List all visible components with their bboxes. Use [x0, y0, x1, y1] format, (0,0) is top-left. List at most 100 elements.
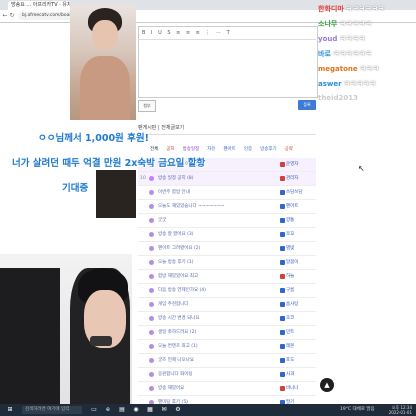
chat-message: theid2013: [318, 94, 360, 102]
post-type-icon: [149, 176, 154, 181]
post-author[interactable]: 깡통: [286, 214, 316, 227]
post-title-link[interactable]: 방송 잘 봤어요 (3): [158, 228, 268, 241]
post-title-link[interactable]: 오늘 컨텐츠 최고 (1): [158, 340, 268, 353]
table-row[interactable]: 방송 시간 변경 되나요 초코: [138, 312, 316, 326]
webcam-top-body: [80, 56, 130, 120]
board-filter-tab[interactable]: 인증: [244, 147, 252, 152]
mail-icon[interactable]: ✉: [160, 406, 168, 414]
post-title-link[interactable]: 오늘도 재밌었습니다 ~~~~~~~: [158, 200, 268, 213]
post-author[interactable]: 하늘: [286, 270, 316, 283]
table-row[interactable]: 방송 잘 봤어요 (3) 쪼꼬: [138, 228, 316, 242]
taskbar-weather[interactable]: 19°C 대체로 맑음: [340, 406, 375, 414]
post-author[interactable]: 운영자: [286, 158, 316, 171]
post-title-link[interactable]: 굿즈 언제 나오나요: [158, 354, 268, 367]
user-badge-icon: [280, 372, 285, 377]
table-row[interactable]: 10 방송 일정 공지 (8) 관리자: [138, 172, 316, 186]
post-title-link[interactable]: 이번주 합방 안내: [158, 186, 268, 199]
donation-overlay-line2: 너가 살려던 때두 억결 만원 2x숙박 금요일 할항: [12, 158, 206, 169]
board-filter-tab[interactable]: 자유: [207, 147, 215, 152]
post-type-icon: [149, 232, 154, 237]
post-title-link[interactable]: 방송 시간 변경 되나요: [158, 312, 268, 325]
post-title-link[interactable]: 팬아트 그려봤어요 (2): [158, 242, 268, 255]
table-row[interactable]: 응원합니다 화이팅 사과: [138, 368, 316, 382]
edge-icon[interactable]: e: [104, 406, 112, 414]
row-number: 10: [140, 176, 146, 181]
post-author[interactable]: 쪼꼬: [286, 228, 316, 241]
post-title-link[interactable]: 굿굿: [158, 214, 268, 227]
post-author[interactable]: 팬아트: [286, 200, 316, 213]
post-title-link[interactable]: 응원합니다 화이팅: [158, 368, 268, 381]
post-author[interactable]: 민트: [286, 326, 316, 339]
table-row[interactable]: 굿굿 깡통: [138, 214, 316, 228]
arrow-left-icon[interactable]: ←: [2, 12, 8, 20]
chat-username: theid2013: [318, 94, 358, 102]
table-row[interactable]: 생일 축하드려요 (2) 민트: [138, 326, 316, 340]
post-type-icon: [149, 288, 154, 293]
task-view-icon[interactable]: ▭: [90, 406, 98, 414]
chrome-icon[interactable]: ◉: [132, 406, 140, 414]
post-author[interactable]: 초코: [286, 312, 316, 325]
table-row[interactable]: 오늘도 재밌었습니다 ~~~~~~~ 팬아트: [138, 200, 316, 214]
post-title-link[interactable]: 게임 추천합니다: [158, 298, 268, 311]
taskbar-clock[interactable]: 오후 12:34 2022-01-01: [384, 405, 412, 415]
webcam-bottom-chair: [0, 268, 60, 404]
post-author[interactable]: 구름: [286, 284, 316, 297]
table-row[interactable]: 오늘 컨텐츠 최고 (1) 레몬: [138, 340, 316, 354]
editor-toolbar[interactable]: B I U S ≡ ≡ ≡ ⋮ ⋯ T: [138, 26, 316, 40]
table-row[interactable]: 다음 방송 언제인가요 (4) 구름: [138, 284, 316, 298]
chat-text: ㅋㅋㅋㅋㅋ: [339, 20, 372, 28]
donation-overlay-line1: ㅇㅇ님께서 1,000원 후원!: [38, 133, 149, 144]
windows-icon[interactable]: ⊞: [6, 406, 14, 414]
chat-message: youd ㅋㅋㅋㅋ: [318, 34, 365, 44]
post-author[interactable]: 쓰담쓰담: [286, 186, 316, 199]
user-badge-icon: [280, 316, 285, 321]
board-filter-tab[interactable]: 공략: [285, 147, 293, 152]
post-title-link[interactable]: 생일 축하드려요 (2): [158, 326, 268, 339]
post-author[interactable]: 레몬: [286, 340, 316, 353]
chat-message: megatone ㅋㅋㅋ: [318, 64, 379, 74]
table-row[interactable]: 굿즈 언제 나오나요 포도: [138, 354, 316, 368]
board-filter-tab[interactable]: 공지: [166, 147, 174, 152]
user-badge-icon: [280, 386, 285, 391]
submit-button[interactable]: 등록: [298, 100, 316, 110]
board-filter-tab[interactable]: 전체: [150, 147, 158, 152]
post-author[interactable]: 관리자: [286, 172, 316, 185]
post-author[interactable]: 솜사탕: [286, 298, 316, 311]
table-row[interactable]: 오늘 방송 후기 (1) 달콤이: [138, 256, 316, 270]
post-author[interactable]: 사과: [286, 368, 316, 381]
user-badge-icon: [280, 232, 285, 237]
settings-icon[interactable]: ⚙: [174, 406, 182, 414]
chat-username: megatone: [318, 65, 358, 73]
post-author[interactable]: 별빛: [286, 242, 316, 255]
table-row[interactable]: 합방 재밌었어요 최고 하늘: [138, 270, 316, 284]
post-type-icon: [149, 386, 154, 391]
post-author[interactable]: 바나나: [286, 382, 316, 395]
post-title-link[interactable]: 다음 방송 언제인가요 (4): [158, 284, 268, 297]
user-badge-icon: [280, 344, 285, 349]
post-author[interactable]: 달콤이: [286, 256, 316, 269]
post-title-link[interactable]: 오늘 방송 후기 (1): [158, 256, 268, 269]
post-title-link[interactable]: 방송 재밌어요: [158, 382, 268, 395]
mouse-pointer-icon: ↖: [358, 164, 365, 173]
refresh-icon[interactable]: ↻: [9, 12, 15, 20]
store-icon[interactable]: ▦: [146, 406, 154, 414]
chat-message: aswer ㅋㅋㅋㅋㅋ: [318, 79, 376, 89]
board-filter-tab[interactable]: 방송일정: [183, 147, 200, 152]
table-row[interactable]: 방송 재밌어요 바나나: [138, 382, 316, 396]
board-filter-tab[interactable]: 팬아트: [223, 147, 235, 152]
post-author[interactable]: 포도: [286, 354, 316, 367]
post-title-link[interactable]: 방송 일정 공지 (8): [158, 172, 268, 185]
table-row[interactable]: 이번주 합방 안내 쓰담쓰담: [138, 186, 316, 200]
taskbar-search-input[interactable]: 검색하려면 여기에 입력: [22, 406, 82, 414]
browser-tab[interactable]: 방송요 ... 아프리카TV · 유저: [8, 1, 70, 10]
table-row[interactable]: 팬아트 그려봤어요 (2) 별빛: [138, 242, 316, 256]
arrow-up-icon[interactable]: ▲: [320, 378, 334, 392]
folder-icon[interactable]: ▤: [118, 406, 126, 414]
attach-button[interactable]: 첨부: [138, 100, 156, 112]
table-row[interactable]: 게임 추천합니다 솜사탕: [138, 298, 316, 312]
board-filter-tab[interactable]: 방송후기: [260, 147, 277, 152]
user-badge-icon: [280, 218, 285, 223]
chat-username: aswer: [318, 80, 342, 88]
post-title-link[interactable]: 합방 재밌었어요 최고: [158, 270, 268, 283]
post-type-icon: [149, 344, 154, 349]
